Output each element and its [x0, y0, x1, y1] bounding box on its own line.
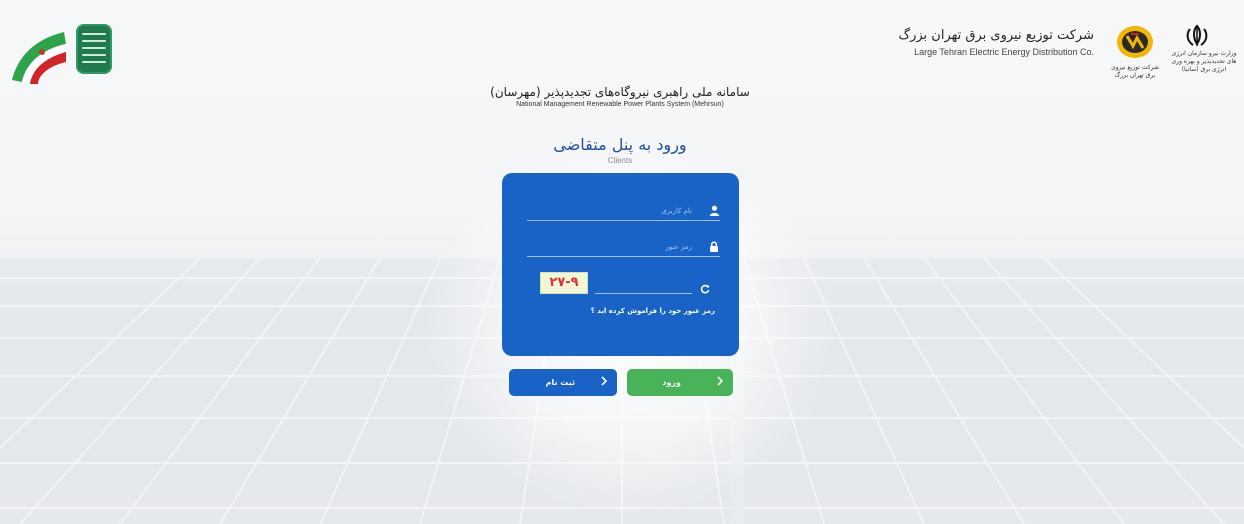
- username-field[interactable]: نام کاربری: [527, 203, 720, 221]
- password-field[interactable]: رمز عبور: [527, 239, 720, 257]
- user-icon: [708, 205, 720, 217]
- system-title-en: National Management Renewable Power Plan…: [516, 101, 724, 108]
- ministry-caption: وزارت نیرو سازمان انرژی های تجدیدپذیر و …: [1171, 50, 1237, 73]
- captcha-text: ۲۷-۹: [549, 275, 579, 290]
- lock-icon: [708, 241, 720, 253]
- system-title: سامانه ملی راهبری نیروگاه‌های تجدیدپذیر …: [420, 85, 820, 110]
- password-underline: [527, 256, 720, 257]
- login-button-label: ورود: [662, 378, 681, 387]
- username-placeholder: نام کاربری: [661, 207, 692, 215]
- chevron-right-icon: [601, 376, 608, 390]
- register-button-label: ثبت نام: [545, 378, 575, 387]
- password-placeholder: رمز عبور: [665, 243, 692, 251]
- login-subtitle-en: Clients: [607, 156, 633, 165]
- login-button[interactable]: ورود: [627, 369, 733, 396]
- forgot-password-link[interactable]: رمز عبور خود را فراموش کرده اید ؟: [591, 307, 715, 315]
- electric-company-logo: [1117, 26, 1153, 58]
- captcha-image: ۲۷-۹: [540, 272, 588, 294]
- company-logo-caption: شرکت توزیع نیروی برق تهران بزرگ: [1111, 64, 1159, 79]
- iran-emblem-icon: [1186, 24, 1208, 46]
- company-name-en: Large Tehran Electric Energy Distributio…: [914, 47, 1094, 57]
- refresh-icon[interactable]: [700, 284, 710, 294]
- flag-ribbon-logo: [12, 32, 67, 84]
- green-emblem-logo: [76, 24, 112, 74]
- chevron-right-icon: [717, 376, 724, 390]
- login-card: نام کاربری رمز عبور ۲۷-۹ رمز عبور خود را…: [502, 173, 739, 356]
- login-heading: ورود به پنل متقاضی Clients: [470, 134, 770, 166]
- login-title-fa: ورود به پنل متقاضی: [553, 135, 687, 154]
- system-title-fa: سامانه ملی راهبری نیروگاه‌های تجدیدپذیر …: [490, 85, 750, 99]
- register-button[interactable]: ثبت نام: [509, 369, 617, 396]
- company-name-block: شرکت توزیع نیروی برق تهران بزرگ Large Te…: [898, 28, 1094, 58]
- username-underline: [527, 220, 720, 221]
- company-name-fa: شرکت توزیع نیروی برق تهران بزرگ: [898, 28, 1094, 43]
- captcha-input[interactable]: [595, 293, 692, 294]
